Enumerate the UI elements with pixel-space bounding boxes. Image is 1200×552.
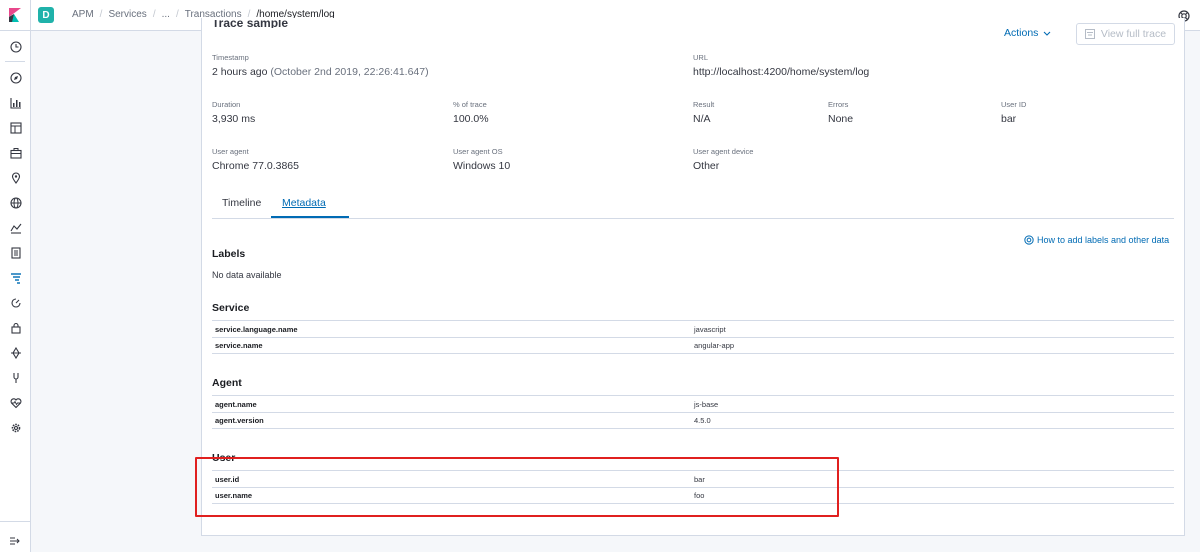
uptime-icon[interactable] — [9, 296, 22, 309]
timestamp-relative: 2 hours ago — [212, 66, 268, 78]
map-pin-icon[interactable] — [9, 171, 22, 184]
duration-label: Duration — [212, 100, 241, 109]
view-full-trace-button[interactable]: View full trace — [1076, 23, 1175, 45]
breadcrumb-separator: / — [175, 9, 179, 20]
labels-empty-text: No data available — [212, 270, 282, 280]
collapse-nav-icon[interactable] — [9, 533, 21, 551]
panel-title: Trace sample — [212, 20, 289, 28]
compass-icon[interactable] — [9, 71, 22, 84]
breadcrumb-apm[interactable]: APM — [72, 9, 94, 20]
labels-section-title: Labels — [212, 248, 246, 260]
table-row: agent.name js-base — [212, 395, 1174, 412]
table-key: service.language.name — [215, 324, 298, 334]
bar-chart-icon[interactable] — [9, 96, 22, 109]
space-avatar[interactable]: D — [38, 7, 54, 23]
ml-icon[interactable] — [9, 221, 22, 234]
lock-icon[interactable] — [9, 321, 22, 334]
nav-divider — [0, 521, 30, 522]
percent-of-trace-value: 100.0% — [453, 113, 489, 125]
tab-bar: Timeline Metadata — [212, 194, 1174, 219]
table-key: agent.version — [215, 416, 264, 425]
url-label: URL — [693, 53, 709, 62]
logs-icon[interactable] — [9, 246, 22, 259]
timestamp-absolute: (October 2nd 2019, 22:26:41.647) — [270, 66, 429, 78]
table-value: javascript — [694, 324, 726, 334]
agent-section-title: Agent — [212, 377, 242, 389]
service-table: service.language.name javascript service… — [212, 320, 1174, 354]
result-value: N/A — [693, 113, 711, 125]
actions-button[interactable]: Actions — [1004, 27, 1051, 39]
table-key: service.name — [215, 341, 263, 350]
tab-timeline[interactable]: Timeline — [222, 197, 261, 209]
user-agent-os-label: User agent OS — [453, 147, 503, 156]
briefcase-icon[interactable] — [9, 146, 22, 159]
lifebuoy-icon — [1024, 235, 1034, 245]
breadcrumb-separator: / — [99, 9, 103, 20]
stack-monitoring-icon[interactable] — [9, 371, 22, 384]
view-full-trace-label: View full trace — [1100, 28, 1167, 40]
user-id-value: bar — [1001, 113, 1017, 125]
gear-icon[interactable] — [9, 421, 22, 434]
user-agent-label: User agent — [212, 147, 249, 156]
table-row: service.language.name javascript — [212, 320, 1174, 337]
breadcrumb-separator: / — [152, 9, 156, 20]
heartbeat-icon[interactable] — [9, 396, 22, 409]
result-label: Result — [693, 100, 715, 109]
breadcrumb-ellipsis[interactable]: ... — [162, 9, 170, 20]
user-agent-value: Chrome 77.0.3865 — [212, 160, 299, 172]
table-key: agent.name — [215, 399, 257, 409]
kibana-logo-icon — [9, 8, 21, 22]
apm-icon[interactable] — [9, 271, 22, 284]
table-row: agent.version 4.5.0 — [212, 412, 1174, 429]
apm-trace-icon — [1084, 29, 1095, 39]
percent-of-trace-label: % of trace — [453, 100, 487, 109]
agent-table: agent.name js-base agent.version 4.5.0 — [212, 395, 1174, 429]
table-value: js-base — [694, 399, 719, 409]
labels-help-link[interactable]: How to add labels and other data — [1024, 235, 1169, 245]
url-value: http://localhost:4200/home/system/log — [693, 66, 870, 78]
duration-value: 3,930 ms — [212, 113, 256, 125]
table-row: service.name angular-app — [212, 337, 1174, 354]
user-section-highlight-box — [195, 457, 839, 517]
actions-label: Actions — [1004, 27, 1039, 39]
clock-icon[interactable] — [9, 40, 22, 53]
breadcrumb-services[interactable]: Services — [108, 9, 146, 20]
side-nav — [0, 31, 31, 552]
user-id-label: User ID — [1001, 100, 1027, 109]
table-value: angular-app — [694, 341, 735, 350]
user-agent-device-label: User agent device — [693, 147, 754, 156]
nav-divider — [5, 61, 25, 62]
errors-value: None — [828, 113, 854, 125]
labels-help-link-text: How to add labels and other data — [1037, 235, 1170, 245]
dashboard-icon[interactable] — [9, 121, 22, 134]
chevron-down-icon — [1044, 31, 1051, 36]
timestamp-label: Timestamp — [212, 53, 249, 62]
kibana-logo[interactable] — [0, 0, 31, 31]
errors-label: Errors — [828, 100, 849, 109]
active-tab-indicator — [271, 216, 349, 218]
user-agent-device-value: Other — [693, 160, 720, 172]
globe-icon[interactable] — [9, 196, 22, 209]
timestamp-value: 2 hours ago (October 2nd 2019, 22:26:41.… — [212, 66, 429, 78]
tab-metadata[interactable]: Metadata — [282, 197, 326, 209]
table-value: 4.5.0 — [694, 416, 711, 425]
service-section-title: Service — [212, 302, 250, 314]
dev-tools-icon[interactable] — [9, 346, 22, 359]
user-agent-os-value: Windows 10 — [453, 160, 511, 172]
